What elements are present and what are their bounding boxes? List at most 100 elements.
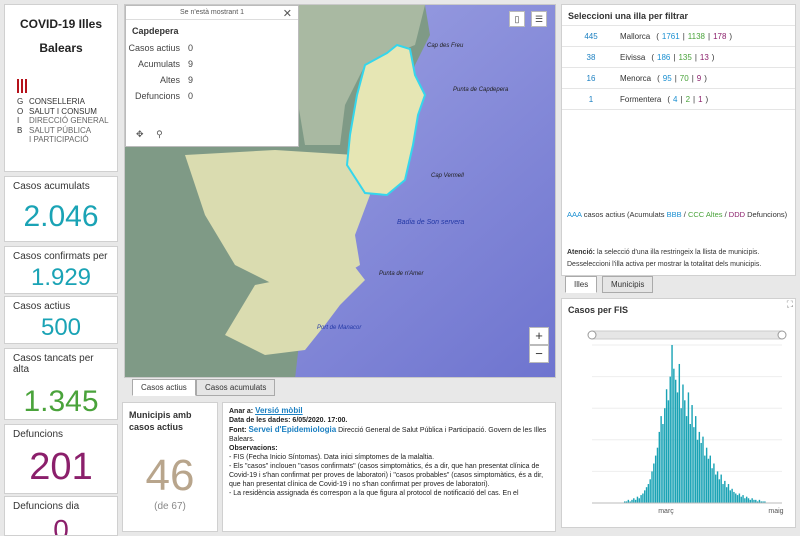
chart-bar[interactable]: [645, 487, 648, 503]
chart-bar[interactable]: [667, 400, 670, 503]
chart-bar[interactable]: [744, 498, 746, 503]
legend-text2: Defuncions): [747, 210, 788, 219]
org-line-4: SALUT PÚBLICA: [29, 125, 92, 135]
island-cumulative: 186: [657, 52, 671, 62]
chart-bar[interactable]: [685, 416, 688, 503]
chart-bar[interactable]: [696, 439, 699, 503]
tab-casos-actius[interactable]: Casos actius: [132, 379, 196, 396]
chart-bar[interactable]: [676, 392, 679, 503]
chart-bar[interactable]: [671, 345, 673, 503]
chart-bar[interactable]: [731, 488, 733, 503]
chart-bar[interactable]: [715, 474, 717, 503]
chart-bar[interactable]: [698, 431, 701, 503]
chart-bar[interactable]: [722, 484, 724, 503]
chart-bar[interactable]: [649, 479, 651, 503]
chart-bar[interactable]: [684, 400, 686, 503]
zoom-out-button[interactable]: −: [529, 345, 549, 363]
chart-bar[interactable]: [642, 493, 644, 503]
chart-bar[interactable]: [738, 493, 741, 503]
chart-bar[interactable]: [740, 496, 742, 503]
chart-bar[interactable]: [653, 463, 655, 504]
chart-bar[interactable]: [705, 447, 708, 503]
chart-bar[interactable]: [747, 498, 750, 503]
chart-bar[interactable]: [735, 493, 737, 503]
chart-bar[interactable]: [656, 447, 659, 503]
chart-bar[interactable]: [674, 379, 677, 503]
chart-bar[interactable]: [689, 424, 691, 503]
chart-bar[interactable]: [729, 490, 732, 503]
chart-bar[interactable]: [640, 495, 642, 503]
time-slider[interactable]: [591, 330, 783, 340]
chart-bar[interactable]: [745, 496, 748, 503]
chart-bar[interactable]: [742, 495, 744, 503]
chart-bar[interactable]: [644, 490, 646, 503]
notes-area-label: Anar a:: [229, 408, 254, 415]
chart-bar[interactable]: [736, 495, 739, 503]
chart-bar[interactable]: [751, 498, 753, 503]
bookmark-icon[interactable]: ▯: [509, 11, 525, 27]
chart-bar[interactable]: [658, 431, 661, 503]
chart-bar[interactable]: [716, 471, 719, 503]
chart-bar[interactable]: [660, 416, 662, 503]
chart-bar[interactable]: [633, 498, 635, 503]
island-row-mallorca[interactable]: 445 Mallorca(1761 | 1138 | 178): [562, 26, 795, 47]
chart-bar[interactable]: [682, 384, 684, 504]
island-row-eivissa[interactable]: 38 Eivissa(186 | 135 | 13): [562, 47, 795, 68]
slider-handle-left[interactable]: [587, 330, 597, 340]
chart-bar[interactable]: [727, 484, 730, 503]
chart-bar[interactable]: [651, 471, 653, 503]
slider-handle-right[interactable]: [777, 330, 787, 340]
chart-bar[interactable]: [680, 408, 682, 503]
stat-discharged-label: Casos tancats per alta: [13, 353, 94, 375]
map-view[interactable]: Cap des Freu Punta de Capdepera Cap Verm…: [124, 4, 556, 378]
chart-bar[interactable]: [636, 496, 639, 503]
chart-bar[interactable]: [704, 455, 706, 503]
layer-list-icon[interactable]: ☰: [531, 11, 547, 27]
island-deaths: 13: [699, 52, 709, 62]
island-row-menorca[interactable]: 16 Menorca(95 | 70 | 9): [562, 68, 795, 89]
tab-municipis[interactable]: Municipis: [602, 276, 654, 293]
chart-bar[interactable]: [662, 424, 664, 503]
chart-bar[interactable]: [711, 468, 713, 503]
popup-title: Capdepera: [132, 26, 179, 36]
chart-bar[interactable]: [725, 487, 728, 503]
stat-active-label: Casos actius: [13, 301, 71, 312]
chart-bar[interactable]: [664, 408, 666, 503]
chart-bar[interactable]: [709, 455, 711, 503]
chart-bar[interactable]: [700, 442, 702, 503]
mobile-version-link[interactable]: Versió mòbil: [255, 406, 303, 415]
zoom-in-button[interactable]: +: [529, 327, 549, 345]
zoom-to-icon[interactable]: ⚲: [156, 129, 163, 139]
chart-bar[interactable]: [713, 463, 715, 504]
chart-bar[interactable]: [691, 405, 693, 503]
chart-bar[interactable]: [718, 479, 721, 503]
chart-bar[interactable]: [695, 416, 697, 503]
pan-icon[interactable]: ✥: [136, 129, 144, 139]
fis-chart[interactable]: març maig: [562, 327, 796, 527]
close-icon[interactable]: ✕: [283, 7, 292, 20]
tab-illes[interactable]: Illes: [565, 276, 598, 293]
epidemiology-link[interactable]: Servei d'Epidemiologia: [248, 425, 336, 434]
tab-casos-acumulats[interactable]: Casos acumulats: [196, 379, 276, 396]
chart-bar[interactable]: [678, 363, 681, 503]
org-line-3: DIRECCIÓ GENERAL: [29, 116, 109, 125]
island-row-formentera[interactable]: 1 Formentera(4 | 2 | 1): [562, 89, 795, 110]
chart-bar[interactable]: [693, 427, 695, 503]
chart-bar[interactable]: [673, 368, 675, 503]
chart-bar[interactable]: [724, 480, 726, 503]
chart-bar[interactable]: [733, 491, 735, 503]
chart-bar[interactable]: [687, 392, 690, 503]
chart-bar[interactable]: [665, 389, 668, 503]
chart-bar[interactable]: [702, 436, 704, 503]
chart-bar[interactable]: [647, 484, 650, 503]
chart-bar[interactable]: [669, 376, 671, 503]
chart-bar[interactable]: [707, 458, 710, 503]
expand-icon[interactable]: ⛶: [787, 299, 793, 310]
stat-confirmed-label: Casos confirmats per: [13, 251, 108, 262]
island-deaths: 1: [698, 94, 703, 104]
chart-bar[interactable]: [638, 498, 640, 503]
chart-bar[interactable]: [720, 474, 722, 503]
stat-active: Casos actius 500: [4, 296, 118, 344]
chart-bar[interactable]: [654, 455, 657, 503]
legend-ccc: CCC Altes: [687, 210, 723, 219]
